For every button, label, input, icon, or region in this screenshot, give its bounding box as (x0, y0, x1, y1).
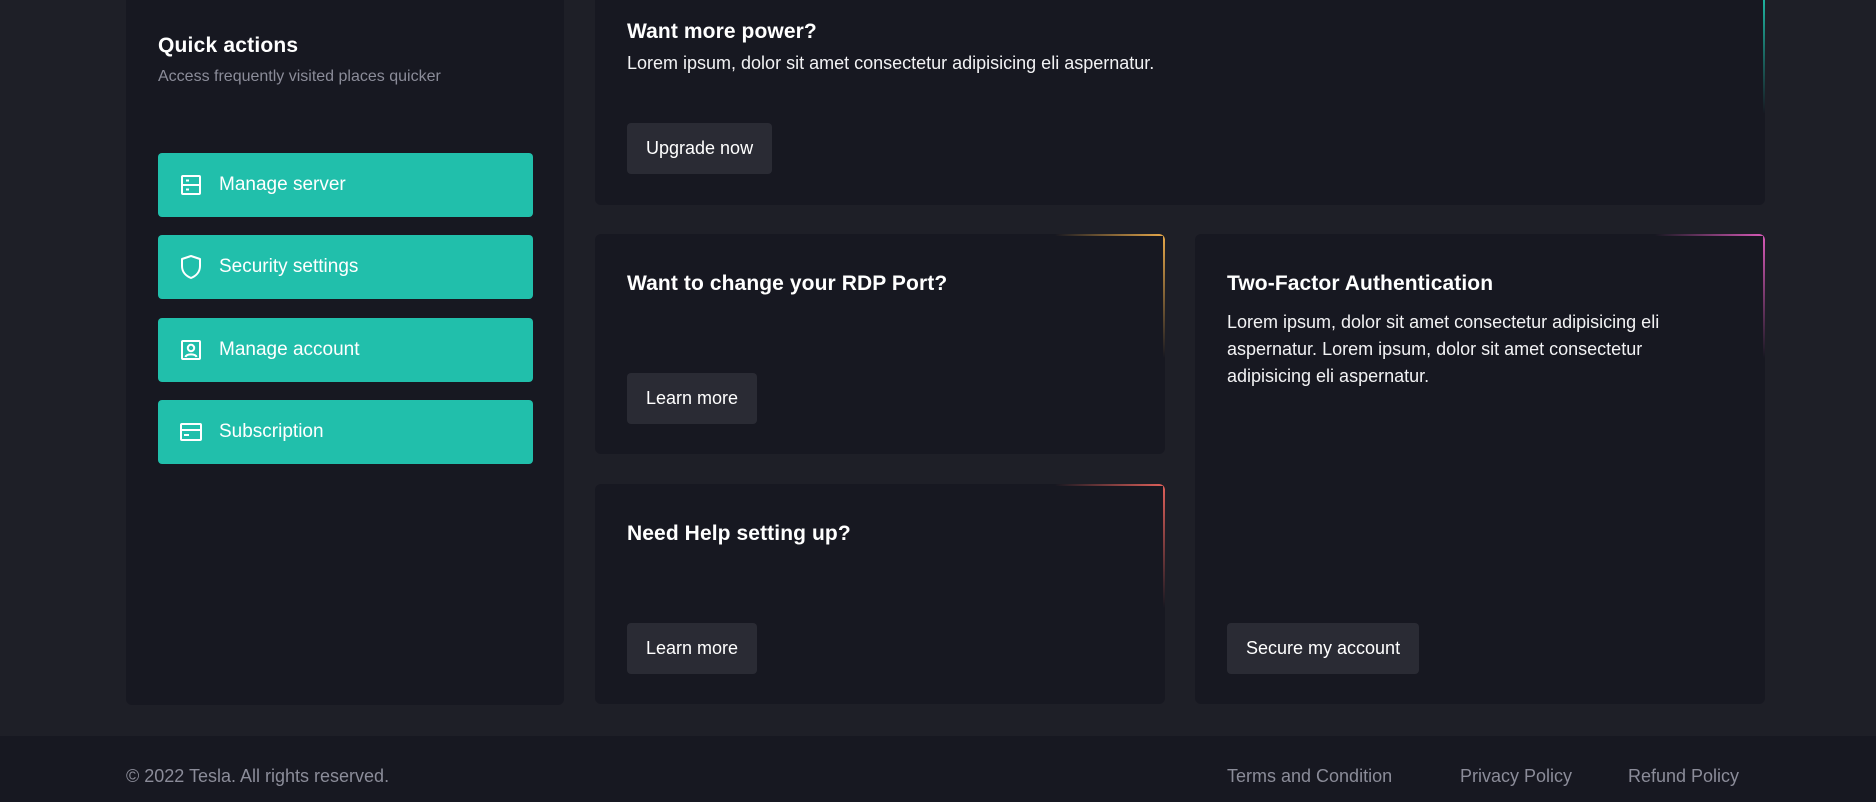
help-learn-more-button[interactable]: Learn more (627, 623, 758, 674)
two-factor-card: Two-Factor Authentication Lorem ipsum, d… (1195, 234, 1765, 704)
card-accent (1163, 484, 1165, 608)
refund-policy-link[interactable]: Refund Policy (1628, 766, 1739, 787)
shield-icon (178, 254, 204, 280)
card-accent (1763, 0, 1765, 114)
credit-card-icon (178, 419, 204, 445)
server-icon (178, 172, 204, 198)
upgrade-card-text: Lorem ipsum, dolor sit amet consectetur … (627, 53, 1155, 73)
secure-account-button[interactable]: Secure my account (1227, 623, 1420, 674)
two-factor-card-text: Lorem ipsum, dolor sit amet consectetur … (1227, 309, 1659, 390)
security-settings-button[interactable]: Security settings (158, 235, 533, 299)
upgrade-now-button[interactable]: Upgrade now (627, 123, 773, 174)
card-accent (1163, 234, 1165, 358)
quick-actions-subtitle: Access frequently visited places quicker (158, 68, 441, 85)
manage-server-button[interactable]: Manage server (158, 153, 533, 217)
rdp-port-card-title: Want to change your RDP Port? (627, 272, 948, 295)
card-accent (1055, 484, 1165, 486)
setup-help-card-title: Need Help setting up? (627, 522, 851, 545)
text-line: adipisicing eli aspernatur. (1227, 366, 1430, 386)
manage-account-button[interactable]: Manage account (158, 318, 533, 382)
two-factor-card-title: Two-Factor Authentication (1227, 272, 1494, 295)
subscription-label: Subscription (219, 421, 324, 442)
card-accent (1655, 234, 1765, 236)
text-line: aspernatur. Lorem ipsum, dolor sit amet … (1227, 339, 1643, 359)
subscription-button[interactable]: Subscription (158, 400, 533, 464)
card-accent (1763, 234, 1765, 358)
rdp-port-card: Want to change your RDP Port? Learn more (595, 234, 1165, 454)
upgrade-card-title: Want more power? (627, 20, 817, 43)
user-badge-icon (178, 337, 204, 363)
footer: © 2022 Tesla. All rights reserved. Terms… (0, 736, 1876, 802)
upgrade-card: Want more power? Lorem ipsum, dolor sit … (595, 0, 1765, 205)
rdp-learn-more-button[interactable]: Learn more (627, 373, 758, 424)
quick-actions-title: Quick actions (158, 34, 299, 57)
terms-link[interactable]: Terms and Condition (1227, 766, 1392, 787)
copyright-text: © 2022 Tesla. All rights reserved. (126, 766, 390, 786)
privacy-policy-link[interactable]: Privacy Policy (1460, 766, 1572, 787)
manage-server-label: Manage server (219, 174, 346, 195)
setup-help-card: Need Help setting up? Learn more (595, 484, 1165, 704)
quick-actions-panel: Quick actions Access frequently visited … (126, 0, 564, 705)
text-line: Lorem ipsum, dolor sit amet consectetur … (1227, 312, 1660, 332)
card-accent (1055, 234, 1165, 236)
manage-account-label: Manage account (219, 339, 360, 360)
security-settings-label: Security settings (219, 256, 359, 277)
